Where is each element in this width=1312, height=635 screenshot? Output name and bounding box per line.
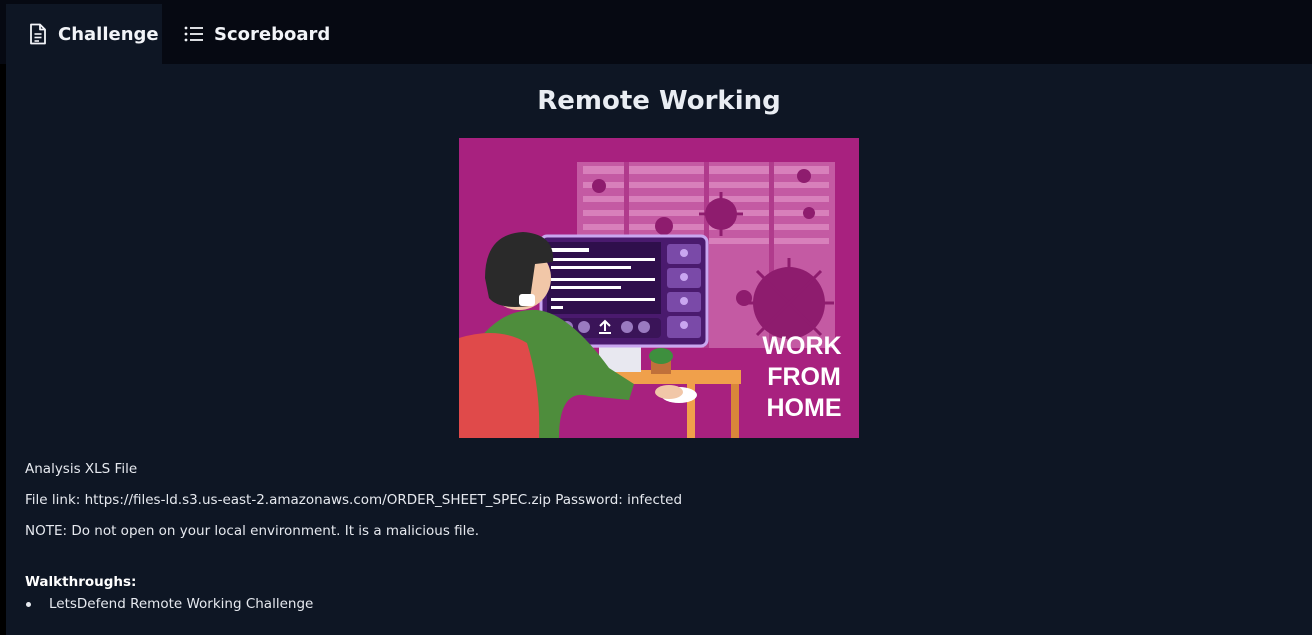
challenge-panel: Remote Working WORK FROM HOME Analysis X… — [6, 64, 1312, 635]
page-title: Remote Working — [537, 86, 781, 116]
list-item: LetsDefend Remote Working Challenge — [25, 596, 313, 612]
tab-label: Scoreboard — [214, 23, 331, 45]
illustration-caption: WORK FROM HOME — [762, 332, 841, 422]
svg-text:HOME: HOME — [767, 394, 842, 422]
walkthroughs-heading: Walkthroughs: — [25, 574, 137, 590]
tab-bar: Challenge Scoreboard — [0, 0, 1312, 64]
tab-label: Challenge — [58, 23, 159, 45]
svg-text:WORK: WORK — [762, 332, 841, 360]
svg-text:FROM: FROM — [767, 363, 841, 391]
warning-note: NOTE: Do not open on your local environm… — [25, 523, 480, 539]
list-icon — [184, 25, 204, 43]
work-from-home-illustration: WORK FROM HOME — [459, 138, 859, 438]
tab-challenge[interactable]: Challenge — [6, 4, 162, 64]
walkthrough-link[interactable]: LetsDefend Remote Working Challenge — [49, 596, 313, 612]
file-link-line[interactable]: File link: https://files-ld.s3.us-east-2… — [25, 492, 682, 508]
bullet-icon — [26, 601, 31, 607]
document-icon — [28, 23, 48, 45]
tab-scoreboard[interactable]: Scoreboard — [162, 4, 350, 64]
description-line: Analysis XLS File — [25, 461, 138, 477]
